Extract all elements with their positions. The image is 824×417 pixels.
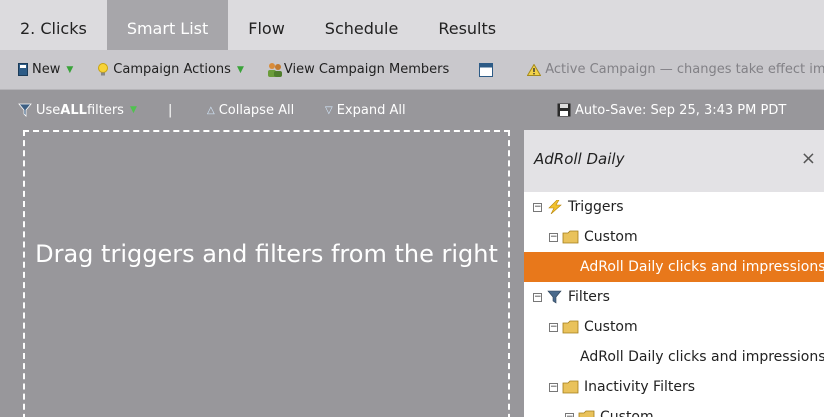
collapse-triangle-icon: △ — [207, 104, 215, 116]
tree-label-filters: Filters — [568, 289, 610, 305]
new-label: New — [32, 62, 61, 77]
campaign-status: Active Campaign — changes take effect im… — [499, 50, 824, 90]
close-icon[interactable]: × — [801, 148, 816, 169]
tree-node-filters[interactable]: − Filters — [524, 282, 824, 312]
view-campaign-members-button[interactable]: View Campaign Members — [258, 50, 455, 90]
tree-label-triggers: Triggers — [568, 199, 624, 215]
panel-title: AdRoll Daily — [534, 150, 625, 168]
tree-label-triggers-custom: Custom — [584, 229, 638, 245]
tree-node-filters-custom[interactable]: − Custom — [524, 312, 824, 342]
tree-label-inactivity-filters: Inactivity Filters — [584, 379, 696, 395]
filter-funnel-icon — [18, 103, 32, 117]
lightbulb-icon — [98, 62, 109, 75]
folder-icon — [562, 320, 579, 334]
campaign-status-text: Active Campaign — changes take effect im… — [545, 62, 824, 77]
tree-node-triggers[interactable]: − Triggers — [524, 192, 824, 222]
triggers-filters-panel: AdRoll Daily × − Triggers − Custom AdRol… — [524, 130, 824, 417]
tree-node-inactivity-custom[interactable]: − Custom — [524, 402, 824, 417]
toolbar: New ▼ Campaign Actions ▼ View Campaign M… — [0, 50, 824, 90]
tree-node-inactivity-filters[interactable]: − Inactivity Filters — [524, 372, 824, 402]
tab-clicks[interactable]: 2. Clicks — [0, 0, 107, 50]
use-all-bold: ALL — [60, 102, 87, 118]
use-label: Use — [36, 102, 61, 118]
view-campaign-members-label: View Campaign Members — [283, 62, 450, 77]
tree-label-inactivity-custom: Custom — [600, 409, 654, 417]
use-suffix: filters — [86, 102, 124, 118]
smart-list-drop-zone[interactable]: Drag triggers and filters from the right — [23, 130, 510, 417]
collapse-all-button[interactable]: △ Collapse All — [207, 90, 294, 130]
collapse-toggle-icon[interactable]: − — [549, 382, 558, 392]
tree-node-triggers-custom[interactable]: − Custom — [524, 222, 824, 252]
warning-icon — [527, 63, 542, 76]
autosave-text: Auto-Save: Sep 25, 3:43 PM PDT — [575, 102, 787, 118]
collapse-toggle-icon[interactable]: − — [565, 412, 574, 417]
chevron-down-icon: ▼ — [66, 64, 74, 75]
campaign-actions-label: Campaign Actions — [113, 62, 231, 77]
new-document-icon — [18, 63, 28, 76]
tab-smart-list[interactable]: Smart List — [106, 0, 229, 50]
collapse-toggle-icon[interactable]: − — [533, 202, 542, 212]
window-icon — [479, 62, 494, 77]
folder-icon — [562, 230, 579, 244]
new-button[interactable]: New ▼ — [0, 50, 79, 90]
chevron-down-icon: ▼ — [129, 105, 137, 115]
filter-bar: Use ALL filters ▼ | △ Collapse All ▽ Exp… — [0, 90, 824, 130]
tree-label-trigger-item: AdRoll Daily clicks and impressions — [580, 259, 824, 275]
folder-icon — [562, 380, 579, 394]
tab-schedule[interactable]: Schedule — [305, 0, 419, 50]
collapse-toggle-icon[interactable]: − — [549, 322, 558, 332]
tab-flow[interactable]: Flow — [228, 0, 305, 50]
panel-header: AdRoll Daily × — [524, 130, 824, 192]
drop-zone-text: Drag triggers and filters from the right — [35, 240, 498, 268]
collapse-toggle-icon[interactable]: − — [549, 232, 558, 242]
use-all-filters-button[interactable]: Use ALL filters ▼ — [18, 90, 137, 130]
save-disk-icon — [557, 103, 571, 117]
tab-bar: 2. Clicks Smart List Flow Schedule Resul… — [0, 0, 824, 50]
trigger-bolt-icon — [548, 200, 562, 214]
tree-node-filter-item[interactable]: AdRoll Daily clicks and impressions — [524, 342, 824, 372]
tree-label-filters-custom: Custom — [584, 319, 638, 335]
autosave-status: Auto-Save: Sep 25, 3:43 PM PDT — [557, 90, 786, 130]
chevron-down-icon: ▼ — [236, 64, 244, 75]
collapse-all-label: Collapse All — [218, 102, 295, 118]
expand-all-button[interactable]: ▽ Expand All — [325, 90, 406, 130]
tree-label-filter-item: AdRoll Daily clicks and impressions — [580, 349, 824, 365]
campaign-actions-button[interactable]: Campaign Actions ▼ — [79, 50, 250, 90]
tree-node-trigger-item-selected[interactable]: AdRoll Daily clicks and impressions — [524, 252, 824, 282]
expand-all-label: Expand All — [336, 102, 406, 118]
collapse-toggle-icon[interactable]: − — [533, 292, 542, 302]
filter-funnel-icon — [547, 290, 562, 304]
people-icon — [267, 62, 282, 77]
folder-icon — [578, 410, 595, 417]
filterbar-separator: | — [168, 102, 173, 118]
expand-triangle-icon: ▽ — [325, 104, 333, 116]
window-button[interactable] — [455, 50, 499, 90]
tab-results[interactable]: Results — [418, 0, 516, 50]
